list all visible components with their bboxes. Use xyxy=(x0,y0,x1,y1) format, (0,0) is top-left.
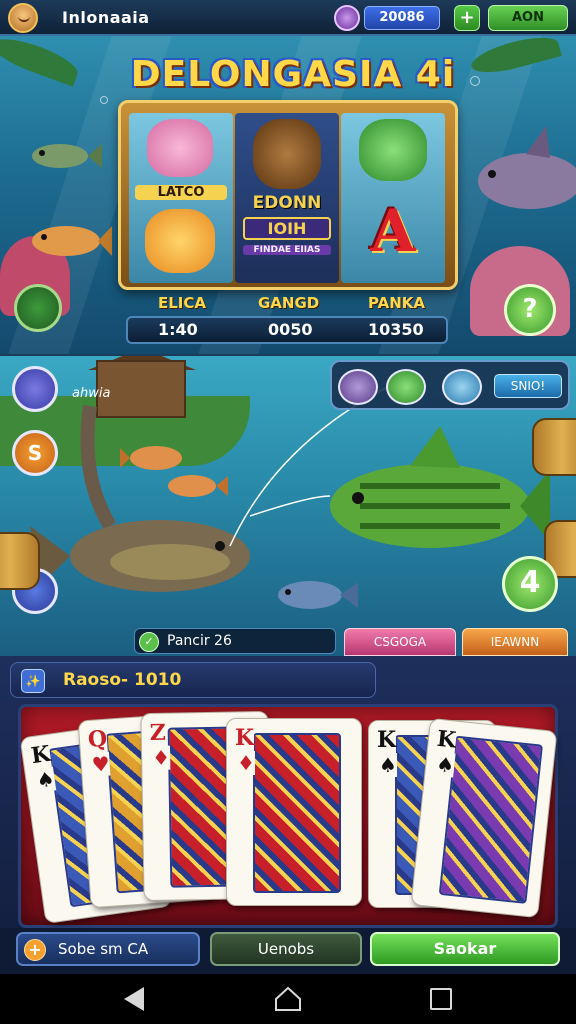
reel-center-caption-2: IOIH xyxy=(243,217,331,240)
playing-card[interactable]: K ♦ xyxy=(226,718,362,906)
app-title: Inlonaaia xyxy=(62,8,150,27)
card-suit-icon: ♠ xyxy=(435,751,456,778)
card-header-text: Raoso- 1010 xyxy=(63,670,182,690)
avatar-face-icon xyxy=(18,14,30,22)
top-bar: Inlonaaia 20086 + AON xyxy=(0,0,576,36)
tab-orange[interactable]: IEAWNN xyxy=(462,628,568,656)
playing-card[interactable]: K ♠ xyxy=(410,717,558,919)
purple-fish-icon[interactable] xyxy=(338,369,378,405)
reel-left-caption: LATCO xyxy=(135,185,227,200)
s-bonus-button[interactable]: S xyxy=(12,430,58,476)
reel-right: A xyxy=(341,113,445,283)
card-rank: Q xyxy=(87,725,109,753)
stat-value-1: 1:40 xyxy=(158,320,198,339)
stat-value-3: 10350 xyxy=(368,320,424,339)
gem-icon xyxy=(334,5,360,31)
bubble xyxy=(470,76,480,86)
small-fish-icon xyxy=(120,446,228,497)
reel-center: EDONN IOIH FINDAE EIIAS xyxy=(235,113,339,283)
middle-bottom-button[interactable]: Uenobs xyxy=(210,932,362,966)
slot-machine: LATCO EDONN IOIH FINDAE EIIAS A xyxy=(118,100,458,290)
game-screen: Inlonaaia 20086 + AON DELONGASIA 4i LATC… xyxy=(0,0,576,1024)
card-header: ✨ Raoso- 1010 xyxy=(10,662,376,698)
left-bottom-label: Sobe sm CA xyxy=(58,940,149,958)
sparkle-icon: ✨ xyxy=(21,669,45,693)
play-button[interactable]: Saokar xyxy=(370,932,560,966)
fish-icon xyxy=(32,144,102,168)
fishing-section: ahwia SNIO! S 4 ✓ Pancir 26 CSGOGA IEAWN… xyxy=(0,354,576,656)
reel-center-caption-1: EDONN xyxy=(252,193,322,213)
barrel-icon xyxy=(532,418,576,476)
card-rank: K xyxy=(435,725,458,754)
reel-left: LATCO xyxy=(129,113,233,283)
shark-icon xyxy=(478,126,576,209)
fish-select-button[interactable]: SNIO! xyxy=(494,374,562,398)
avatar[interactable] xyxy=(8,3,38,33)
explorer-character-icon xyxy=(253,119,321,189)
green-fish-icon[interactable] xyxy=(386,369,426,405)
home-icon[interactable] xyxy=(274,986,302,1012)
left-bottom-button[interactable]: + Sobe sm CA xyxy=(16,932,200,966)
palm-leaf-icon xyxy=(0,36,82,87)
status-text: Pancir 26 xyxy=(167,633,232,649)
fish-selector-bar: SNIO! xyxy=(330,360,570,410)
orange-creature-icon xyxy=(145,209,215,273)
card-rank: K xyxy=(29,740,52,770)
pink-creature-icon xyxy=(147,119,213,177)
fishing-rod-button[interactable] xyxy=(12,366,58,412)
card-rank: K xyxy=(235,725,255,751)
reel-right-symbol: A xyxy=(370,197,416,265)
coin-balance: 20086 xyxy=(364,6,440,30)
card-suit-icon: ♦ xyxy=(237,751,255,775)
top-action-button[interactable]: AON xyxy=(488,5,568,31)
recents-icon[interactable] xyxy=(430,988,452,1010)
plus-icon: + xyxy=(24,939,46,961)
blue-fish-icon xyxy=(278,581,358,609)
help-button[interactable]: ? xyxy=(504,284,556,336)
add-coins-button[interactable]: + xyxy=(454,5,480,31)
reel-center-caption-3: FINDAE EIIAS xyxy=(243,245,331,255)
card-suit-icon: ♥ xyxy=(90,751,111,777)
fish-icon xyxy=(32,226,112,256)
bubble xyxy=(100,96,108,104)
system-nav-bar xyxy=(0,974,576,1024)
tab-pink[interactable]: CSGOGA xyxy=(344,628,456,656)
stat-value-2: 0050 xyxy=(268,320,313,339)
slot-section: DELONGASIA 4i LATCO EDONN IOIH FINDAE EI… xyxy=(0,36,576,354)
card-art xyxy=(253,733,341,893)
card-suit-icon: ♠ xyxy=(35,766,57,793)
bonus-button[interactable] xyxy=(14,284,62,332)
card-suit-icon: ♠ xyxy=(379,753,397,777)
slot-title: DELONGASIA 4i xyxy=(130,54,456,95)
card-suit-icon: ♦ xyxy=(151,745,171,770)
stat-label-3: PANKA xyxy=(368,294,426,312)
card-rank: Z xyxy=(149,719,167,746)
check-icon: ✓ xyxy=(139,632,159,652)
card-rank: K xyxy=(377,727,397,753)
blue-fish-select-icon[interactable] xyxy=(442,369,482,405)
level-badge-button[interactable]: 4 xyxy=(502,556,558,612)
stat-label-2: GANGD xyxy=(258,294,320,312)
status-pill: ✓ Pancir 26 xyxy=(134,628,336,654)
back-icon[interactable] xyxy=(124,987,144,1011)
green-creature-icon xyxy=(359,119,427,181)
stat-label-1: ELICA xyxy=(158,294,207,312)
barrel-icon xyxy=(0,532,40,590)
